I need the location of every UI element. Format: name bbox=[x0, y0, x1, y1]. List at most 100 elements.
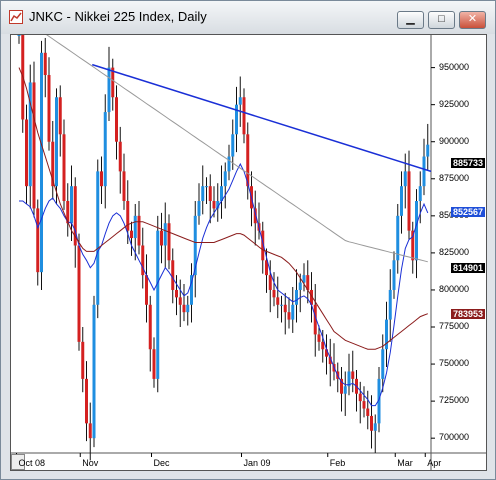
x-tick-label: Apr bbox=[427, 458, 442, 468]
price-bar-body bbox=[291, 304, 295, 320]
y-tick-label: 875000 bbox=[439, 172, 470, 183]
price-bar-body bbox=[276, 297, 280, 305]
price-tag: 783953 bbox=[450, 308, 485, 319]
moving-average-grey-line bbox=[46, 35, 428, 263]
price-tag: 814901 bbox=[450, 262, 485, 273]
price-bar-body bbox=[205, 186, 208, 188]
x-tick-label: Feb bbox=[329, 458, 346, 468]
price-bar-body bbox=[130, 230, 133, 239]
y-tick-label: 950000 bbox=[439, 61, 470, 72]
price-bar-body bbox=[381, 349, 385, 379]
price-bar-body bbox=[351, 371, 355, 379]
price-bar-body bbox=[362, 401, 366, 409]
price-bar-body bbox=[272, 289, 276, 298]
price-bar-body bbox=[283, 304, 287, 313]
price-chart bbox=[11, 35, 486, 470]
price-bar-body bbox=[167, 223, 171, 261]
price-bar-body bbox=[231, 134, 235, 157]
price-bar-body bbox=[115, 97, 118, 142]
price-bar-body bbox=[295, 289, 298, 305]
price-bar-body bbox=[426, 144, 430, 157]
resistance-trendline bbox=[92, 63, 432, 173]
price-bar-body bbox=[370, 415, 373, 431]
price-bar-body bbox=[32, 82, 36, 209]
price-bar-body bbox=[70, 186, 73, 224]
price-bar-body bbox=[100, 171, 103, 187]
price-bar-body bbox=[238, 97, 242, 105]
price-bar-body bbox=[422, 156, 426, 187]
price-bar-body bbox=[137, 215, 141, 246]
price-bar-body bbox=[343, 386, 347, 394]
price-bar-body bbox=[197, 201, 201, 216]
price-bar-body bbox=[92, 304, 96, 439]
price-bar-body bbox=[366, 408, 370, 416]
y-tick-label: 925000 bbox=[439, 98, 470, 109]
price-bar-body bbox=[223, 171, 227, 187]
y-tick-label: 825000 bbox=[439, 246, 470, 257]
x-tick-label: Oct 08 bbox=[18, 458, 46, 468]
price-bar-body bbox=[201, 186, 205, 202]
price-bar-body bbox=[25, 119, 28, 187]
chart-app-icon bbox=[9, 10, 23, 24]
price-bar-body bbox=[407, 171, 411, 231]
price-tag: 885733 bbox=[450, 157, 485, 168]
price-bar-body bbox=[36, 208, 40, 273]
price-bar-body bbox=[103, 112, 107, 187]
price-bar-body bbox=[400, 186, 403, 216]
price-bar-body bbox=[392, 260, 396, 290]
price-bar-body bbox=[182, 304, 186, 313]
chart-window: JNKC - Nikkei 225 Index, Daily ▁ □ ✕ 700… bbox=[0, 0, 496, 480]
price-bar-body bbox=[40, 52, 43, 273]
title-bar[interactable]: JNKC - Nikkei 225 Index, Daily ▁ □ ✕ bbox=[1, 1, 495, 34]
price-bar-body bbox=[122, 171, 126, 202]
price-bar-body bbox=[88, 423, 92, 439]
price-bar-body bbox=[133, 215, 137, 239]
close-button[interactable]: ✕ bbox=[459, 11, 486, 29]
price-bar-body bbox=[152, 349, 156, 379]
price-bar-body bbox=[156, 230, 160, 379]
price-bar-body bbox=[77, 245, 81, 342]
maximize-button[interactable]: □ bbox=[428, 11, 455, 29]
price-bar-body bbox=[96, 171, 100, 305]
y-tick-label: 700000 bbox=[439, 432, 470, 443]
price-bar-body bbox=[321, 341, 325, 350]
price-bar-body bbox=[298, 282, 302, 290]
y-tick-label: 775000 bbox=[439, 321, 470, 331]
price-bar-body bbox=[126, 201, 130, 231]
price-bar-body bbox=[418, 186, 422, 202]
price-bar-body bbox=[62, 134, 66, 202]
price-bar-body bbox=[208, 186, 212, 202]
price-bar-body bbox=[163, 223, 167, 246]
y-tick-label: 800000 bbox=[439, 283, 470, 294]
price-bar-body bbox=[358, 393, 362, 402]
price-bar-body bbox=[178, 297, 182, 305]
price-bar-body bbox=[388, 289, 392, 320]
y-tick-label: 900000 bbox=[439, 135, 470, 146]
price-bar-body bbox=[17, 35, 21, 36]
x-tick-label: Mar bbox=[397, 458, 413, 468]
price-bar-body bbox=[186, 304, 190, 313]
price-bar-body bbox=[280, 304, 283, 306]
price-bar-body bbox=[415, 201, 418, 261]
price-bar-body bbox=[107, 67, 111, 113]
window-title: JNKC - Nikkei 225 Index, Daily bbox=[29, 9, 207, 24]
price-bar-body bbox=[118, 141, 122, 172]
price-bar-body bbox=[81, 341, 85, 379]
chart-plot-area[interactable]: 7000007250007500007750008000008250008500… bbox=[10, 34, 487, 471]
price-bar-body bbox=[171, 260, 175, 290]
price-bar-body bbox=[145, 275, 148, 305]
price-bar-body bbox=[227, 156, 231, 172]
price-bar-body bbox=[58, 97, 62, 135]
y-tick-label: 725000 bbox=[439, 395, 470, 406]
price-bar-body bbox=[55, 97, 58, 187]
price-bar-body bbox=[148, 304, 152, 350]
x-tick-label: Nov bbox=[82, 458, 99, 468]
price-bar-body bbox=[373, 423, 377, 431]
x-tick-label: Jan 09 bbox=[243, 458, 271, 468]
price-tag: 852567 bbox=[450, 206, 485, 217]
x-tick-label: Dec bbox=[153, 458, 170, 468]
price-bar-body bbox=[403, 171, 407, 187]
price-bar-body bbox=[47, 75, 51, 142]
minimize-button[interactable]: ▁ bbox=[397, 11, 424, 29]
price-bar-body bbox=[317, 334, 321, 342]
